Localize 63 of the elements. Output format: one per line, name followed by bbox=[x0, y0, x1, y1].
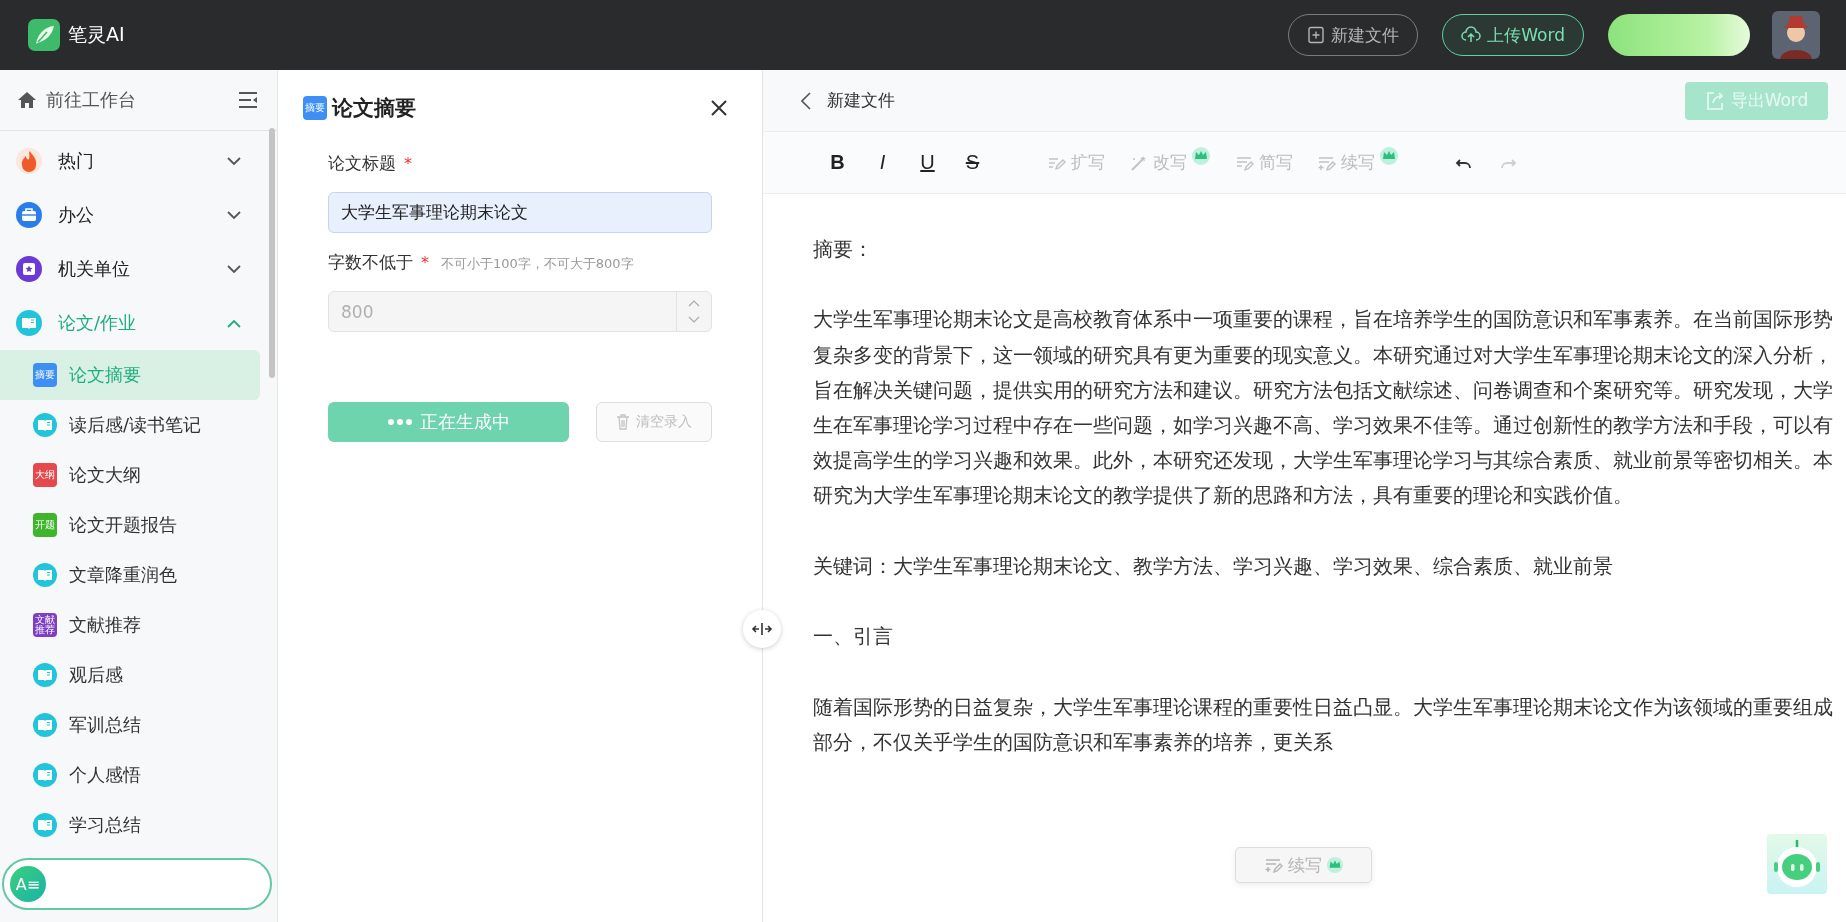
category-icon bbox=[16, 310, 42, 336]
nav-item[interactable]: 个人感悟 bbox=[0, 750, 260, 800]
required-mark: * bbox=[421, 253, 429, 272]
document-paragraph: 一、引言 bbox=[813, 623, 894, 651]
title-input[interactable]: 大学生军事理论期末论文 bbox=[328, 192, 712, 233]
field-hint: 不可小于100字，不可大于800字 bbox=[441, 255, 634, 273]
nav-group-item[interactable]: 热门 bbox=[0, 134, 269, 188]
nav-item[interactable]: 学习总结 bbox=[0, 800, 260, 850]
home-icon bbox=[16, 89, 38, 111]
upload-button[interactable]: 上传Word bbox=[1442, 14, 1584, 56]
nav-item[interactable]: 观后感 bbox=[0, 650, 260, 700]
nav-item[interactable]: 军训总结 bbox=[0, 700, 260, 750]
assistant-avatar: A≡ bbox=[10, 866, 46, 902]
panel-title: 论文摘要 bbox=[332, 95, 417, 122]
field-label: 字数不低于 bbox=[328, 251, 413, 274]
scrollbar[interactable] bbox=[269, 128, 275, 378]
menu-collapse-icon[interactable] bbox=[237, 90, 259, 110]
category-badge: 文献推荐 bbox=[33, 613, 57, 637]
nav-group-item[interactable]: 办公 bbox=[0, 188, 269, 242]
book-icon bbox=[33, 413, 57, 437]
field-label: 论文标题 bbox=[328, 152, 396, 175]
category-icon bbox=[16, 202, 42, 228]
nav-item[interactable]: 读后感/读书笔记 bbox=[0, 400, 260, 450]
chevron-left-icon bbox=[801, 91, 811, 110]
resize-handle[interactable] bbox=[743, 610, 781, 648]
book-icon bbox=[33, 763, 57, 787]
document-paragraph: 摘要： bbox=[813, 236, 874, 263]
underline-button[interactable]: U bbox=[905, 145, 950, 180]
nav-item[interactable]: 文章降重润色 bbox=[0, 550, 260, 600]
document-title: 新建文件 bbox=[827, 89, 896, 112]
title-badge: 摘要 bbox=[303, 96, 327, 120]
book-icon bbox=[33, 663, 57, 687]
nav-group-item[interactable]: 机关单位 bbox=[0, 242, 269, 296]
category-icon bbox=[16, 148, 42, 174]
avatar-icon[interactable] bbox=[1772, 11, 1820, 59]
export-icon bbox=[1704, 90, 1725, 111]
document-paragraph: 关键词：大学生军事理论期末论文、教学方法、学习兴趣、学习效果、综合素质、就业前景 bbox=[813, 552, 1614, 580]
cloud-upload-icon bbox=[1461, 26, 1482, 44]
document-paragraph: 随着国际形势的日益复杂，大学生军事理论课程的重要性日益凸显。大学生军事理论期末论文作为该领域的重要组成部分，不仅关乎学生的国防意识和军事素养的培养，更关系 bbox=[813, 693, 1834, 756]
app-logo-icon bbox=[28, 19, 60, 51]
new-file-icon bbox=[1307, 26, 1326, 44]
category-icon bbox=[16, 256, 42, 282]
required-mark: * bbox=[404, 154, 412, 173]
strikethrough-button[interactable]: S bbox=[950, 145, 995, 180]
book-icon bbox=[33, 813, 57, 837]
italic-button[interactable]: I bbox=[860, 145, 905, 180]
loading-dots-icon bbox=[387, 419, 412, 425]
category-badge: 摘要 bbox=[33, 363, 57, 387]
close-icon bbox=[710, 99, 728, 117]
category-badge: 大纲 bbox=[33, 463, 57, 487]
resize-arrows-icon bbox=[751, 622, 773, 636]
workbench-link[interactable]: 前往工作台 bbox=[46, 88, 229, 112]
nav-item[interactable]: 大纲 论文大纲 bbox=[0, 450, 260, 500]
bold-button[interactable]: B bbox=[815, 145, 860, 180]
book-icon bbox=[33, 563, 57, 587]
promo-button[interactable] bbox=[1608, 14, 1750, 56]
book-icon bbox=[33, 713, 57, 737]
nav-item[interactable]: 开题 论文开题报告 bbox=[0, 500, 260, 550]
trash-icon bbox=[616, 414, 630, 430]
app-name: 笔灵AI bbox=[68, 22, 125, 47]
category-badge: 开题 bbox=[33, 513, 57, 537]
document-paragraph: 大学生军事理论期末论文是高校教育体系中一项重要的课程，旨在培养学生的国防意识和军事素养。在当前国际形势复杂多变的背景下，这一领域的研究具有更为重要的现实意义。本研究通过对大学生军事理论期末论文的深入分析，旨在解决关键问题，提供实用的研究方法和建议。研究方法包括文献综述、问卷调查和个案研究等。研究发现，大学生在军事理论学习过程中存在一些问题，如学习兴趣不高、学习效果不佳等。通过创新性的教学方法和手段，可以有效提高学生的学习兴趣和效果。此外，本研究还发现，大学生军事理论学习与其综合素质、就业前景等密切相关。本研究为大学生军事理论期末论文的教学提供了新的思路和方法，具有重要的理论和实践价值。 bbox=[813, 306, 1834, 510]
nav-item[interactable]: 文献推荐 文献推荐 bbox=[0, 600, 260, 650]
